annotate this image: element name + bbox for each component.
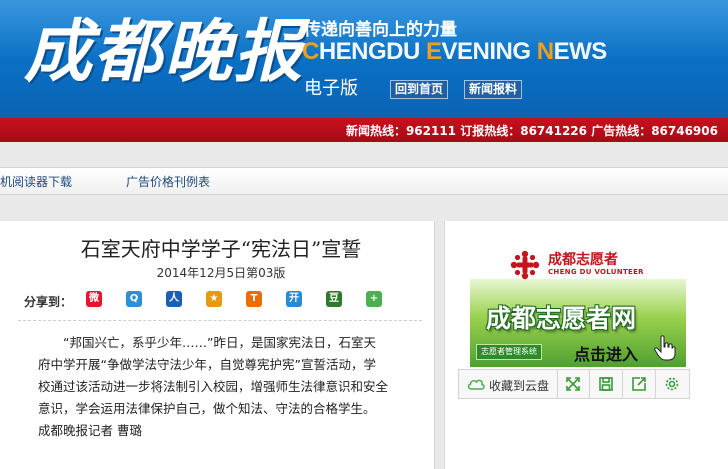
tianya-icon[interactable]: T xyxy=(246,291,262,307)
article-panel: 石室天府中学学子“宪法日”宣誓 2014年12月5日第03版 分享到： 微 Q 人 ★… xyxy=(0,221,435,469)
article-body: “邦国兴亡，系乎少年……”昨日，是国家宪法日，石室天府中学开展“争做学法守法少年… xyxy=(38,332,388,442)
save-icon xyxy=(599,377,613,391)
reader-download-link[interactable]: 机阅读器下载 xyxy=(0,173,72,190)
home-button[interactable]: 回到首页 xyxy=(390,80,449,99)
article-dateline: 2014年12月5日第03版 xyxy=(156,266,286,280)
expand-icon xyxy=(566,377,580,391)
more-share-icon[interactable]: + xyxy=(366,291,382,307)
pointer-hand-icon xyxy=(654,335,676,361)
hotline-text: 新闻热线：962111 订报热线：86741226 广告热线：86746906 xyxy=(345,124,718,138)
qzone-icon[interactable]: ★ xyxy=(206,291,222,307)
share-out-icon xyxy=(632,377,646,391)
settings-icon xyxy=(665,377,679,391)
nav-bar: 机阅读器下载 广告价格刊例表 xyxy=(0,167,728,195)
ad-org-name: 成都志愿者 xyxy=(548,252,618,268)
save-to-cloud-button[interactable]: 收藏到云盘 xyxy=(459,370,558,398)
volunteer-ad-banner[interactable]: 成都志愿者 CHENG DU VOLUNTEER 成都志愿者网 志愿者管理系统 … xyxy=(470,241,686,367)
ad-org-english: CHENG DU VOLUNTEER xyxy=(548,268,644,276)
save-button[interactable] xyxy=(590,370,623,398)
ad-system-label: 志愿者管理系统 xyxy=(476,344,542,360)
settings-button[interactable] xyxy=(656,370,688,398)
article-paragraph: “邦国兴亡，系乎少年……”昨日，是国家宪法日，石室天府中学开展“争做学法守法少年… xyxy=(38,335,389,438)
ad-cta: 点击进入 xyxy=(574,345,639,364)
site-logo[interactable]: 成都晚报 xyxy=(24,12,304,92)
news-tip-button[interactable]: 新闻报料 xyxy=(464,80,523,99)
cloud-icon xyxy=(467,379,485,390)
ad-headline: 成都志愿者网 xyxy=(486,304,637,333)
volunteer-logo-icon xyxy=(510,250,540,280)
divider xyxy=(18,320,422,321)
share-out-button[interactable] xyxy=(623,370,656,398)
share-label: 分享到： xyxy=(24,295,73,309)
ad-rates-link[interactable]: 广告价格刊例表 xyxy=(126,173,210,190)
expand-button[interactable] xyxy=(557,370,590,398)
cloud-toolbar: 收藏到云盘 xyxy=(458,369,690,399)
qq-weibo-icon[interactable]: Q xyxy=(126,291,142,307)
article-title: 石室天府中学学子“宪法日”宣誓 xyxy=(80,237,362,261)
edition-label: 电子版 xyxy=(304,78,358,99)
renren-icon[interactable]: 人 xyxy=(166,291,182,307)
slogan: 传递向善向上的力量 xyxy=(304,20,457,40)
save-to-cloud-label: 收藏到云盘 xyxy=(489,379,550,393)
kaixin-icon[interactable]: 开 xyxy=(286,291,302,307)
weibo-icon[interactable]: 微 xyxy=(86,291,102,307)
masthead: 成都晚报 传递向善向上的力量 CHENGDU EVENING NEWS 电子版 … xyxy=(0,0,728,118)
english-name: CHENGDU EVENING NEWS xyxy=(302,38,607,65)
sidebar: 成都志愿者 CHENG DU VOLUNTEER 成都志愿者网 志愿者管理系统 … xyxy=(444,221,728,469)
douban-icon[interactable]: 豆 xyxy=(326,291,342,307)
hotline-bar: 新闻热线：962111 订报热线：86741226 广告热线：86746906 xyxy=(0,118,728,142)
